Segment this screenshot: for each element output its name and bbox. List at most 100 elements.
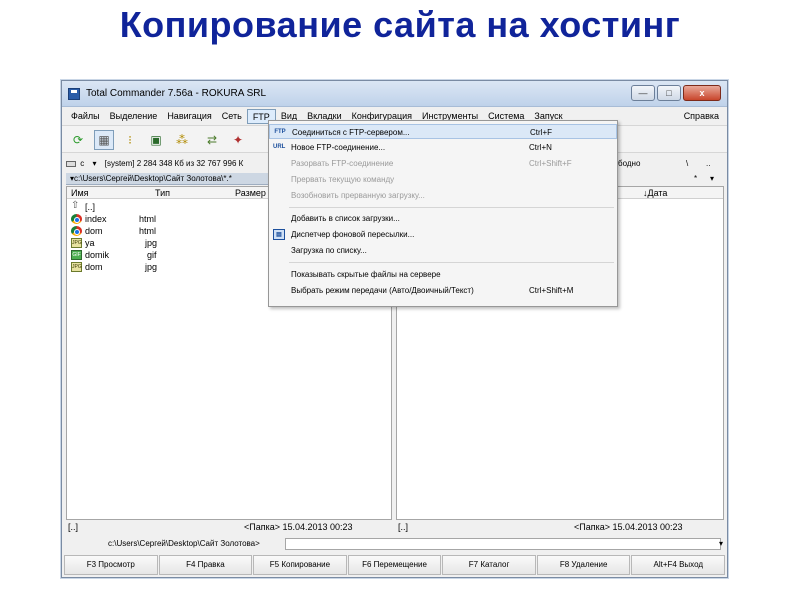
- compare-directories-icon[interactable]: ⇄: [202, 130, 222, 150]
- file-name: dom: [85, 226, 103, 236]
- thumbnails-icon[interactable]: ▣: [146, 130, 166, 150]
- parent-dir-icon: ⇧: [71, 200, 80, 211]
- menu-item-ftp-disconnect[interactable]: Разорвать FTP-соединение Ctrl+Shift+F: [269, 156, 617, 171]
- menu-item-download-by-list[interactable]: Загрузка по списку...: [269, 243, 617, 258]
- gif-file-icon: GIF: [71, 250, 82, 260]
- menu-navigation[interactable]: Навигация: [162, 109, 216, 124]
- invert-selection-icon[interactable]: ⁂: [172, 130, 192, 150]
- root-dir-button[interactable]: \: [686, 156, 688, 172]
- chevron-down-icon[interactable]: ▾: [92, 159, 96, 168]
- f5-copy-button[interactable]: F5 Копирование: [253, 555, 347, 575]
- file-name: domik: [85, 250, 110, 260]
- menu-item-label: Показывать скрытые файлы на сервере: [291, 270, 441, 279]
- ftp-connect-toolbar-icon[interactable]: ✦: [228, 130, 248, 150]
- menu-item-label: Соединиться с FTP-сервером...: [292, 128, 410, 137]
- menu-item-shortcut: Ctrl+N: [529, 143, 552, 152]
- f3-view-button[interactable]: F3 Просмотр: [64, 555, 158, 575]
- menu-item-shortcut: Ctrl+Shift+M: [529, 286, 574, 295]
- html-file-icon: [71, 226, 82, 236]
- file-name: ya: [85, 238, 95, 248]
- menu-item-transfer-mode[interactable]: Выбрать режим передачи (Авто/Двоичный/Те…: [269, 283, 617, 298]
- file-extension: jpg: [145, 238, 158, 248]
- menu-separator: [289, 262, 614, 263]
- slide-title: Копирование сайта на хостинг: [119, 4, 681, 45]
- file-extension: jpg: [145, 262, 158, 272]
- menu-help[interactable]: Справка: [684, 108, 719, 124]
- menu-item-label: Прервать текущую команду: [291, 175, 395, 184]
- command-prompt: c:\Users\Сергей\Desktop\Сайт Золотова>: [108, 539, 260, 548]
- f7-mkdir-button[interactable]: F7 Каталог: [442, 555, 536, 575]
- parent-dir-button[interactable]: ..: [706, 156, 710, 172]
- close-button[interactable]: x: [683, 85, 721, 101]
- chevron-down-icon[interactable]: ▾: [719, 536, 723, 552]
- jpg-file-icon: JPG: [71, 262, 82, 272]
- file-name: dom: [85, 262, 103, 272]
- file-extension: gif: [147, 250, 157, 260]
- app-icon: [68, 88, 80, 100]
- right-drive-bar: бодно \ ..: [618, 156, 726, 172]
- alt-f4-exit-button[interactable]: Alt+F4 Выход: [631, 555, 726, 575]
- drive-icon: [66, 160, 76, 167]
- left-path-bar[interactable]: ▾c:\Users\Сергей\Desktop\Сайт Золотова\*…: [66, 173, 270, 185]
- function-key-bar: F3 Просмотр F4 Правка F5 Копирование F6 …: [64, 555, 726, 575]
- window-controls: — □ x: [631, 85, 721, 101]
- left-status-info: <Папка> 15.04.2013 00:23: [244, 522, 353, 532]
- background-transfer-icon: ▤: [273, 229, 285, 240]
- menu-item-label: Новое FTP-соединение...: [291, 143, 386, 152]
- right-path-bar: * ▾: [618, 173, 724, 185]
- f4-edit-button[interactable]: F4 Правка: [158, 555, 253, 575]
- command-line: c:\Users\Сергей\Desktop\Сайт Золотова> ▾: [62, 536, 727, 552]
- menu-item-ftp-connect[interactable]: FTP Соединиться с FTP-сервером... Ctrl+F: [269, 124, 617, 139]
- column-size-header[interactable]: Размер: [235, 187, 266, 199]
- left-drive-select[interactable]: c: [80, 159, 84, 168]
- menu-item-add-to-download-list[interactable]: Добавить в список загрузки...: [269, 211, 617, 226]
- html-file-icon: [71, 214, 82, 224]
- filter-star[interactable]: *: [694, 173, 697, 185]
- menu-item-abort-command[interactable]: Прервать текущую команду: [269, 172, 617, 187]
- right-drive-info: бодно: [618, 159, 641, 168]
- right-status-name: [..]: [398, 522, 409, 532]
- menu-item-label: Разорвать FTP-соединение: [291, 159, 394, 168]
- menu-item-background-transfer[interactable]: ▤ Диспетчер фоновой пересылки...: [269, 227, 617, 242]
- file-extension: html: [139, 214, 157, 224]
- menu-item-label: Возобновить прерванную загрузку...: [291, 191, 425, 200]
- file-extension: html: [139, 226, 157, 236]
- chevron-down-icon[interactable]: ▾: [710, 173, 714, 185]
- maximize-button[interactable]: □: [657, 85, 681, 101]
- left-status-name: [..]: [68, 522, 79, 532]
- command-input[interactable]: [285, 538, 721, 550]
- tree-view-icon[interactable]: ⁝: [120, 130, 140, 150]
- menu-item-shortcut: Ctrl+F: [530, 128, 552, 137]
- menu-item-label: Диспетчер фоновой пересылки...: [291, 230, 415, 239]
- brief-view-icon[interactable]: ▦: [94, 130, 114, 150]
- menu-network[interactable]: Сеть: [217, 109, 247, 124]
- menu-item-label: Добавить в список загрузки...: [291, 214, 400, 223]
- file-name: index: [85, 214, 107, 224]
- menu-separator: [289, 207, 614, 208]
- title-bar[interactable]: Total Commander 7.56a - ROKURA SRL — □ x: [62, 81, 727, 107]
- ftp-dropdown-menu: FTP Соединиться с FTP-сервером... Ctrl+F…: [268, 120, 618, 307]
- menu-item-shortcut: Ctrl+Shift+F: [529, 159, 572, 168]
- menu-item-label: Загрузка по списку...: [291, 246, 367, 255]
- left-drive-info: [system] 2 284 348 Кб из 32 767 996 К: [104, 159, 244, 168]
- menu-item-show-hidden-files[interactable]: Показывать скрытые файлы на сервере: [269, 267, 617, 282]
- window-title: Total Commander 7.56a - ROKURA SRL: [86, 88, 267, 99]
- f6-move-button[interactable]: F6 Перемещение: [347, 555, 442, 575]
- column-type-header[interactable]: Тип: [155, 187, 170, 199]
- menu-item-ftp-new-connection[interactable]: URL Новое FTP-соединение... Ctrl+N: [269, 140, 617, 155]
- menu-files[interactable]: Файлы: [66, 109, 105, 124]
- minimize-button[interactable]: —: [631, 85, 655, 101]
- file-name: [..]: [85, 202, 96, 212]
- menu-selection[interactable]: Выделение: [105, 109, 163, 124]
- column-name-header[interactable]: Имя: [71, 187, 89, 199]
- menu-item-resume-download[interactable]: Возобновить прерванную загрузку...: [269, 188, 617, 203]
- left-status-bar: [..] <Папка> 15.04.2013 00:23: [68, 521, 392, 534]
- ftp-connect-icon: FTP: [274, 129, 286, 135]
- menu-item-label: Выбрать режим передачи (Авто/Двоичный/Те…: [291, 286, 474, 295]
- f8-delete-button[interactable]: F8 Удаление: [536, 555, 631, 575]
- column-date-header[interactable]: ↓Дата: [643, 187, 667, 199]
- right-status-bar: [..] <Папка> 15.04.2013 00:23: [398, 521, 724, 534]
- right-status-info: <Папка> 15.04.2013 00:23: [574, 522, 683, 532]
- jpg-file-icon: JPG: [71, 238, 82, 248]
- refresh-icon[interactable]: ⟳: [68, 130, 88, 150]
